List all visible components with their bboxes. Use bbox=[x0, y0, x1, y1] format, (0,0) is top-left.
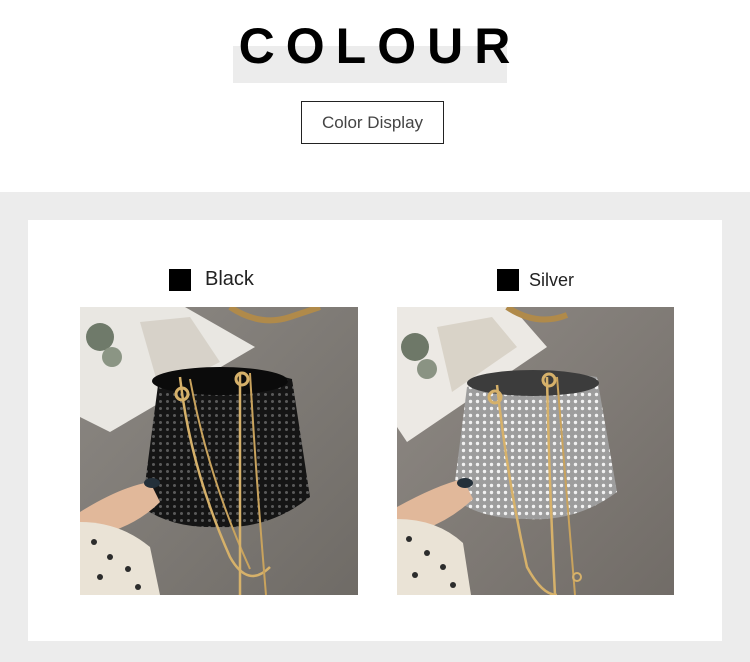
variant-name-silver: Silver bbox=[529, 269, 575, 290]
variant-name-black: Black bbox=[205, 268, 254, 290]
black-bag-photo bbox=[80, 307, 358, 595]
color-display-section: Black Silver bbox=[0, 192, 750, 662]
colour-header: COLOUR Color Display bbox=[0, 0, 750, 192]
product-color-page: COLOUR Color Display Black Silver bbox=[0, 0, 750, 662]
page-title: COLOUR bbox=[238, 18, 522, 74]
silver-swatch-icon bbox=[497, 269, 519, 291]
variant-label-silver: Silver bbox=[497, 269, 574, 291]
variant-label-black: Black bbox=[169, 268, 254, 291]
silver-bag-photo bbox=[397, 307, 674, 595]
black-swatch-icon bbox=[169, 268, 191, 291]
variants-card: Black Silver bbox=[28, 220, 722, 641]
color-display-label: Color Display bbox=[301, 101, 444, 144]
